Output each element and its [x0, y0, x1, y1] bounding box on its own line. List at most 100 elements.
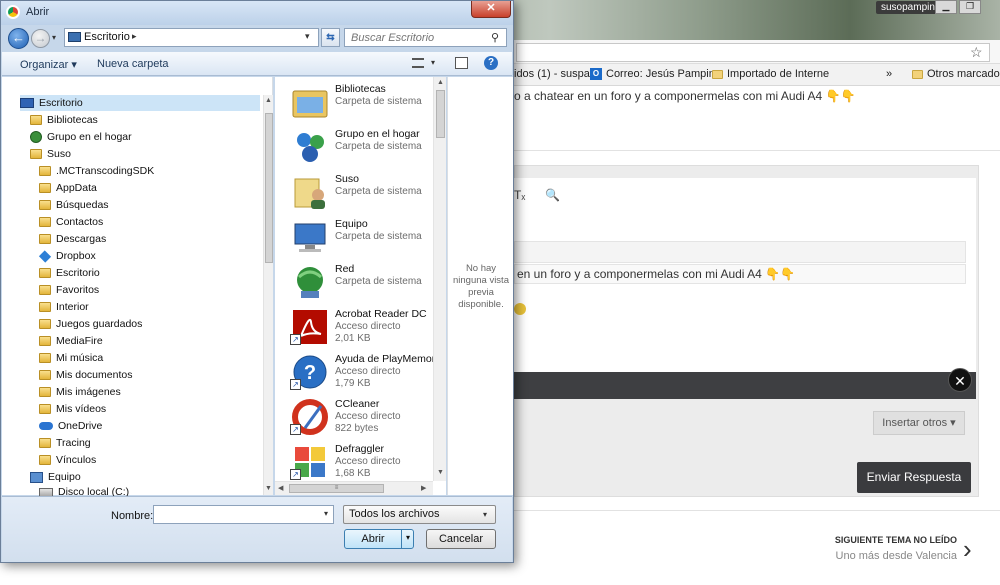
chevron-down-icon[interactable]: ▾ [483, 506, 487, 523]
quote-text: en un foro y a componermelas con mi Audi… [514, 264, 966, 284]
clear-format-icon[interactable]: Tₓ [514, 188, 525, 202]
file-list-horizontal-scrollbar[interactable]: ◀ ≡ ▶ [275, 481, 433, 495]
tree-item-contactos[interactable]: Contactos [39, 214, 103, 230]
tree-item-vinculos[interactable]: Vínculos [39, 452, 96, 468]
tree-item-descargas[interactable]: Descargas [39, 231, 106, 247]
preview-pane-icon[interactable] [455, 57, 468, 69]
tree-item-interior[interactable]: Interior [39, 299, 89, 315]
file-item-playmemories[interactable]: ? ↗ Ayuda de PlayMemories Acceso directo… [290, 351, 443, 393]
tree-item-bibliotecas[interactable]: Bibliotecas [30, 112, 98, 128]
tree-item-onedrive[interactable]: OneDrive [39, 418, 102, 434]
location-dropdown-icon[interactable]: ▾ [305, 31, 310, 42]
file-item-red[interactable]: Red Carpeta de sistema [290, 261, 443, 303]
breadcrumb-arrow-icon[interactable]: ▸ [132, 31, 137, 42]
organize-menu[interactable]: Organizar ▾ [20, 58, 77, 71]
scroll-right-icon[interactable]: ▶ [421, 484, 426, 492]
location-breadcrumb[interactable]: Escritorio [84, 31, 130, 43]
navigation-scrollbar[interactable]: ▲ ▼ [263, 95, 273, 495]
bookmark-item[interactable]: O Correo: Jesús Pampin [590, 68, 715, 80]
new-folder-button[interactable]: Nueva carpeta [97, 58, 169, 70]
file-item-defraggler[interactable]: ↗ Defraggler Acceso directo 1,68 KB [290, 441, 443, 483]
next-topic-label[interactable]: SIGUIENTE TEMA NO LEÍDO [800, 535, 957, 545]
bookmark-star-icon[interactable]: ☆ [970, 44, 983, 61]
filename-input[interactable] [154, 506, 319, 523]
editor-toolbar[interactable]: Tₓ 🔍 [514, 188, 560, 202]
scrollbar-thumb[interactable] [265, 113, 273, 263]
back-button[interactable]: ← [8, 28, 29, 49]
bookmark-item[interactable]: Importado de Interne [712, 68, 829, 80]
address-bar[interactable] [516, 43, 990, 62]
help-icon[interactable]: ? [484, 56, 498, 70]
tree-item-mi-musica[interactable]: Mi música [39, 350, 103, 366]
desktop-icon [68, 32, 81, 42]
scroll-up-icon[interactable]: ▲ [265, 97, 272, 104]
file-item-grupo-hogar[interactable]: Grupo en el hogar Carpeta de sistema [290, 126, 443, 168]
bookmark-item[interactable]: Otros marcadores [912, 68, 1000, 80]
search-icon[interactable]: ⚲ [491, 31, 499, 44]
chevron-right-icon[interactable]: › [963, 536, 972, 562]
scroll-down-icon[interactable]: ▼ [265, 485, 272, 492]
file-type-select[interactable]: Todos los archivos ▾ [343, 505, 496, 524]
tree-item-mis-videos[interactable]: Mis vídeos [39, 401, 106, 417]
tree-item-mis-imagenes[interactable]: Mis imágenes [39, 384, 121, 400]
location-bar[interactable]: Escritorio ▸ ▾ [64, 28, 319, 47]
documents-folder-icon [39, 370, 51, 380]
file-item-bibliotecas[interactable]: Bibliotecas Carpeta de sistema [290, 81, 443, 123]
forward-button[interactable]: → [31, 29, 50, 48]
outlook-icon: O [590, 68, 602, 80]
chevron-down-icon[interactable]: ▾ [324, 509, 328, 518]
tree-item-grupo-hogar[interactable]: Grupo en el hogar [30, 129, 132, 145]
file-item-acrobat[interactable]: ↗ Acrobat Reader DC Acceso directo 2,01 … [290, 306, 443, 348]
send-reply-button[interactable]: Enviar Respuesta [857, 462, 971, 493]
scrollbar-thumb[interactable]: ≡ [289, 484, 384, 493]
open-options-dropdown[interactable]: ▾ [401, 529, 414, 549]
view-dropdown-icon[interactable]: ▾ [431, 58, 435, 67]
filename-combobox[interactable]: ▾ [153, 505, 334, 524]
find-icon[interactable]: 🔍 [545, 188, 560, 202]
tree-item-juegos-guardados[interactable]: Juegos guardados [39, 316, 142, 332]
tree-item-busquedas[interactable]: Búsquedas [39, 197, 109, 213]
close-button[interactable]: ✕ [471, 1, 511, 18]
refresh-button[interactable]: ⇆ [321, 28, 340, 47]
search-box[interactable]: ⚲ [344, 28, 507, 47]
maximize-button[interactable]: ❐ [959, 0, 981, 14]
scrollbar-thumb[interactable] [436, 90, 445, 138]
file-item-equipo[interactable]: Equipo Carpeta de sistema [290, 216, 443, 258]
tree-item-escritorio-user[interactable]: Escritorio [39, 265, 100, 281]
file-list-vertical-scrollbar[interactable]: ▲ ▼ [433, 77, 446, 481]
scroll-left-icon[interactable]: ◀ [278, 484, 283, 492]
dialog-titlebar[interactable]: Abrir ✕ [1, 1, 513, 25]
tree-item-mis-documentos[interactable]: Mis documentos [39, 367, 132, 383]
scroll-up-icon[interactable]: ▲ [437, 79, 444, 86]
file-item-suso[interactable]: Suso Carpeta de sistema [290, 171, 443, 213]
file-item-ccleaner[interactable]: ↗ CCleaner Acceso directo 822 bytes [290, 396, 443, 438]
browser-user-badge[interactable]: susopampin [876, 1, 940, 14]
recent-locations-button[interactable]: ▾ [52, 33, 56, 42]
scroll-down-icon[interactable]: ▼ [437, 469, 444, 476]
bookmark-item[interactable]: idos (1) - suspa [514, 68, 590, 80]
open-button[interactable]: Abrir ▾ [344, 529, 414, 549]
tree-item-tracing[interactable]: Tracing [39, 435, 91, 451]
tree-item-appdata[interactable]: AppData [39, 180, 97, 196]
cancel-button[interactable]: Cancelar [426, 529, 496, 549]
shortcut-arrow-icon: ↗ [290, 379, 301, 390]
bookmark-overflow-button[interactable]: » [886, 68, 892, 80]
homegroup-icon [30, 131, 42, 143]
next-topic-title[interactable]: Uno más desde Valencia [800, 550, 957, 562]
tree-item-mctranscoding[interactable]: .MCTranscodingSDK [39, 163, 154, 179]
insert-other-button[interactable]: Insertar otros ▾ [873, 411, 965, 435]
folder-icon [39, 166, 51, 176]
tree-item-equipo[interactable]: Equipo [30, 469, 81, 485]
tree-item-mediafire[interactable]: MediaFire [39, 333, 103, 349]
favorites-folder-icon [39, 285, 51, 295]
tree-item-suso[interactable]: Suso [30, 146, 71, 162]
close-icon[interactable]: ✕ [948, 368, 972, 392]
search-input[interactable] [345, 29, 485, 46]
minimize-button[interactable]: ▁ [935, 0, 957, 14]
tree-item-dropbox[interactable]: Dropbox [38, 248, 96, 264]
view-options-icon[interactable] [412, 58, 424, 68]
links-folder-icon [39, 455, 51, 465]
tree-item-escritorio[interactable]: Escritorio [20, 95, 260, 111]
tree-item-favoritos[interactable]: Favoritos [39, 282, 99, 298]
folder-icon [39, 438, 51, 448]
